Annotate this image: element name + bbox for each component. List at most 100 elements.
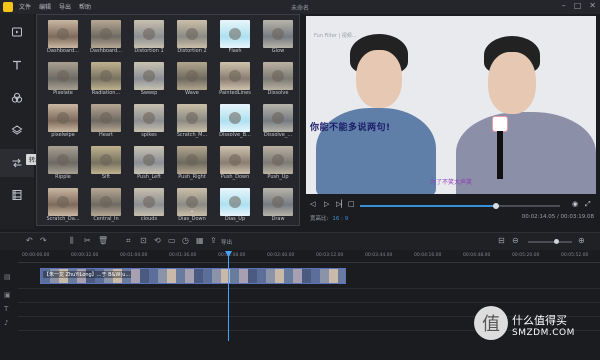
aspect-ratio-value[interactable]: 16 : 9 — [332, 216, 348, 222]
zoom-in-icon[interactable]: ⊕ — [578, 236, 585, 245]
preview-watermark: Fun Filter | 视频... — [314, 33, 357, 39]
effect-tile[interactable]: ⌄ Dias_Down — [170, 186, 214, 228]
effect-thumbnail — [220, 62, 250, 90]
split-icon[interactable]: ⫼ — [70, 236, 74, 246]
text-track-icon: T — [4, 305, 9, 313]
ruler-tick-label: 00:02:40.00 — [267, 253, 295, 258]
effect-tile[interactable]: Glow — [256, 18, 300, 60]
stop-button[interactable]: □ — [348, 200, 355, 208]
clip-frame — [149, 269, 158, 283]
timeline-ruler[interactable]: 00:00:00.00 00:00:32.00 00:01:04.00 00:01:3… — [18, 251, 600, 263]
resize-icon[interactable]: ⊡ — [140, 236, 147, 245]
effect-thumbnail — [134, 20, 164, 48]
microphone — [492, 116, 508, 132]
video-clip[interactable]: 【朱一龙 ZhuYiLong】...于 B&W(u... — [40, 268, 346, 284]
clip-name: 【朱一龙 ZhuYiLong】...于 B&W(u... — [43, 271, 132, 278]
effect-tile[interactable]: Draw — [256, 186, 300, 228]
undo-icon[interactable]: ↶ — [26, 236, 33, 245]
effect-tile[interactable]: Scratch_Da... — [41, 186, 85, 228]
effect-label: Dashboard... — [47, 48, 79, 54]
effect-tile[interactable]: Scratch_M... — [170, 102, 214, 144]
effect-tile[interactable]: Ripple — [41, 144, 85, 186]
effect-tile[interactable]: Push_Down — [213, 144, 257, 186]
redo-icon[interactable]: ↷ — [40, 236, 47, 245]
effect-label: clouds — [140, 216, 158, 222]
sidebar-item-text[interactable] — [0, 51, 34, 79]
maximize-button[interactable]: □ — [574, 1, 582, 10]
prev-frame-button[interactable]: ◁ — [310, 200, 315, 208]
effect-tile[interactable]: Sweep — [127, 60, 171, 102]
microphone-handle — [497, 131, 503, 179]
sidebar-item-overlay[interactable] — [0, 116, 34, 144]
export-label[interactable]: 导出 — [221, 238, 232, 246]
zoom-knob[interactable] — [554, 239, 560, 244]
export-icon[interactable]: ⇪ — [210, 236, 217, 245]
sidebar-item-element[interactable] — [0, 181, 34, 209]
delete-icon[interactable]: 🗑 — [98, 236, 108, 245]
crop-icon[interactable]: ⌗ — [126, 236, 131, 246]
minimize-button[interactable]: – — [562, 1, 566, 10]
effect-tile[interactable]: Dissolve_B... — [213, 102, 257, 144]
clip-frame — [302, 269, 311, 283]
speed-icon[interactable]: ◷ — [182, 236, 189, 245]
clip-frame — [131, 269, 140, 283]
effect-tile[interactable]: Dashboard... — [84, 18, 128, 60]
effect-tile[interactable]: Push_Up — [256, 144, 300, 186]
effect-tile[interactable]: Dissolve_... — [256, 102, 300, 144]
effect-tile[interactable]: spikes — [127, 102, 171, 144]
effect-thumbnail — [220, 104, 250, 132]
zoom-out-icon[interactable]: ⊖ — [512, 236, 519, 245]
fullscreen-icon[interactable]: ⤢ — [585, 200, 591, 209]
cut-icon[interactable]: ✂ — [84, 236, 91, 245]
effect-tile[interactable]: pixelwipe — [41, 102, 85, 144]
clip-frame — [158, 269, 167, 283]
effect-tile[interactable]: Flash — [213, 18, 257, 60]
effect-thumbnail — [177, 104, 207, 132]
effect-tile[interactable]: Dissolve — [256, 60, 300, 102]
effect-tile[interactable]: Distortion 2 — [170, 18, 214, 60]
ruler-tick-label: 00:03:44.00 — [365, 253, 393, 258]
effect-tile[interactable]: Heart — [84, 102, 128, 144]
fit-icon[interactable]: ⊟ — [498, 236, 505, 245]
effect-thumbnail — [263, 20, 293, 48]
download-icon[interactable]: ⌄ — [189, 208, 195, 214]
effect-tile[interactable]: Dashboard... — [41, 18, 85, 60]
subtitle-main: 你能不能多说两句! — [310, 123, 391, 133]
sidebar — [0, 14, 34, 229]
effect-tile[interactable]: Push_Left — [127, 144, 171, 186]
zoom-slider[interactable] — [528, 239, 572, 244]
playhead[interactable] — [228, 251, 229, 341]
effect-thumbnail — [177, 20, 207, 48]
effect-thumbnail — [134, 188, 164, 216]
sidebar-item-media[interactable] — [0, 18, 34, 46]
effect-tile[interactable]: PaintedLines — [213, 60, 257, 102]
effect-label: Wave — [185, 90, 199, 96]
close-button[interactable]: ✕ — [589, 1, 596, 10]
effect-tile[interactable]: Distortion 1 — [127, 18, 171, 60]
rotate-icon[interactable]: ⟲ — [154, 236, 161, 245]
play-button[interactable]: ▷ — [324, 200, 329, 208]
aspect-ratio[interactable]: 宽高比: 16 : 9 — [310, 214, 348, 222]
effect-tile[interactable]: Dias_Up — [213, 186, 257, 228]
playback-scrubber[interactable] — [360, 203, 560, 209]
effect-tile[interactable]: Sift — [84, 144, 128, 186]
effect-tile[interactable]: Pixelate — [41, 60, 85, 102]
next-frame-button[interactable]: ▷▏ — [336, 200, 347, 208]
playback-knob[interactable] — [493, 203, 499, 209]
ruler-tick-label: 00:04:48.00 — [463, 253, 491, 258]
effect-tile[interactable]: Central_In — [84, 186, 128, 228]
sidebar-item-filter[interactable] — [0, 84, 34, 112]
effect-tile[interactable]: Push_Right — [170, 144, 214, 186]
player-controls: ◁ ▷ ▷▏ □ ◉ ⤢ 宽高比: 16 : 9 00:02:14.05 / 00… — [306, 198, 600, 228]
effect-thumbnail — [48, 62, 78, 90]
music-track-icon: ♪ — [4, 319, 9, 327]
caption-icon[interactable]: ▭ — [168, 236, 176, 245]
effect-thumbnail — [91, 104, 121, 132]
mosaic-icon[interactable]: ▦ — [196, 236, 204, 245]
effect-label: Dias_Down — [178, 216, 206, 222]
effect-tile[interactable]: clouds — [127, 186, 171, 228]
effect-tile[interactable]: Wave — [170, 60, 214, 102]
effect-tile[interactable]: Radiation... — [84, 60, 128, 102]
snapshot-icon[interactable]: ◉ — [572, 200, 578, 208]
effect-label: Scratch_Da... — [46, 216, 80, 222]
